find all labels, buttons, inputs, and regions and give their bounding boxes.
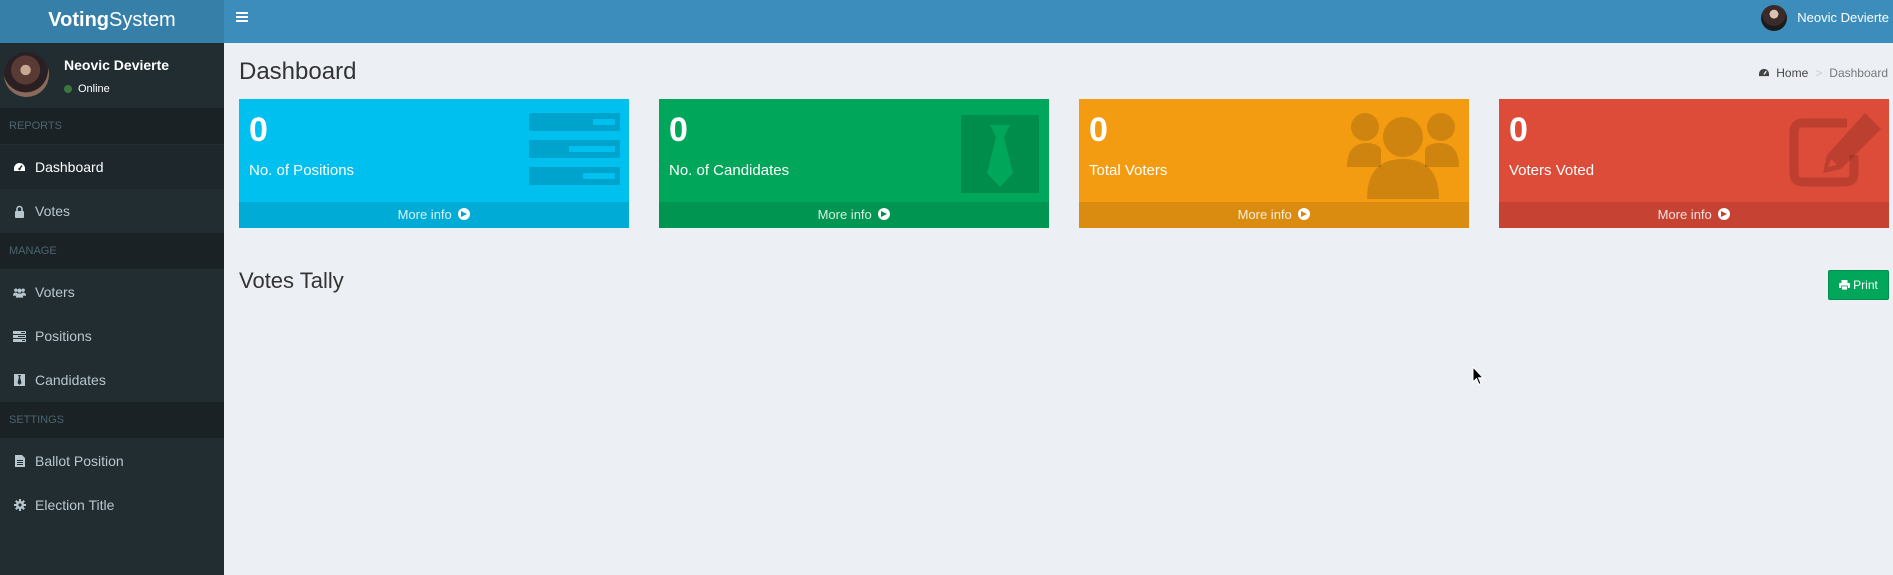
sidebar: Neovic Devierte Online REPORTS Dashboard… bbox=[0, 43, 224, 575]
stat-card-positions: 0 No. of Positions More info bbox=[239, 99, 629, 228]
sidebar-item-label: Voters bbox=[35, 284, 75, 300]
breadcrumb-separator: > bbox=[1815, 66, 1823, 80]
more-info-label: More info bbox=[397, 207, 452, 222]
stat-value: 0 bbox=[669, 111, 688, 149]
votes-tally-title: Votes Tally bbox=[239, 268, 344, 293]
more-info-link[interactable]: More info bbox=[1079, 202, 1469, 228]
sidebar-item-voters[interactable]: Voters bbox=[0, 270, 224, 314]
tasks-icon bbox=[529, 113, 620, 190]
arrow-circle-right-icon bbox=[1298, 208, 1311, 220]
sidebar-toggle-button[interactable] bbox=[236, 8, 256, 28]
more-info-link[interactable]: More info bbox=[659, 202, 1049, 228]
brand-logo[interactable]: VotingSystem bbox=[0, 0, 224, 43]
sidebar-item-label: Votes bbox=[35, 203, 71, 219]
sidebar-item-dashboard[interactable]: Dashboard bbox=[0, 145, 224, 189]
online-status: Online bbox=[64, 83, 110, 95]
dashboard-icon bbox=[1759, 68, 1770, 77]
mouse-cursor-icon bbox=[1472, 366, 1484, 386]
dashboard-icon bbox=[13, 161, 26, 174]
sidebar-user-name: Neovic Devierte bbox=[64, 57, 170, 73]
arrow-circle-right-icon bbox=[1718, 208, 1731, 220]
stat-card-voters: 0 Total Voters More info bbox=[1079, 99, 1469, 228]
black-tie-icon bbox=[961, 115, 1039, 198]
more-info-label: More info bbox=[817, 207, 872, 222]
sidebar-item-label: Election Title bbox=[35, 497, 115, 513]
print-label: Print bbox=[1853, 278, 1878, 292]
sidebar-item-votes[interactable]: Votes bbox=[0, 189, 224, 233]
top-navbar: VotingSystem Neovic Devierte bbox=[0, 0, 1893, 43]
status-text: Online bbox=[78, 83, 110, 95]
stat-value: 0 bbox=[1509, 111, 1528, 149]
breadcrumb-current: Dashboard bbox=[1829, 66, 1888, 80]
user-menu[interactable]: Neovic Devierte bbox=[1761, 0, 1893, 35]
sidebar-item-label: Ballot Position bbox=[35, 453, 124, 469]
edit-icon bbox=[1789, 113, 1881, 192]
breadcrumb-home-label: Home bbox=[1776, 66, 1809, 80]
section-header-settings: SETTINGS bbox=[0, 402, 224, 438]
sidebar-item-label: Positions bbox=[35, 328, 92, 344]
more-info-label: More info bbox=[1237, 207, 1292, 222]
section-header-manage: MANAGE bbox=[0, 233, 224, 269]
brand-light: System bbox=[109, 9, 176, 31]
hamburger-icon bbox=[236, 12, 248, 22]
stat-label: No. of Positions bbox=[249, 162, 355, 179]
sidebar-item-positions[interactable]: Positions bbox=[0, 314, 224, 358]
black-tie-icon bbox=[13, 374, 26, 387]
users-icon bbox=[1347, 109, 1459, 204]
status-dot-icon bbox=[64, 85, 72, 93]
cog-icon bbox=[13, 499, 26, 512]
user-panel: Neovic Devierte Online bbox=[0, 43, 224, 108]
stat-label: No. of Candidates bbox=[669, 162, 790, 179]
file-text-icon bbox=[13, 455, 26, 468]
stat-value: 0 bbox=[1089, 111, 1108, 149]
stat-value: 0 bbox=[249, 111, 268, 149]
arrow-circle-right-icon bbox=[878, 208, 891, 220]
print-button[interactable]: Print bbox=[1828, 270, 1889, 300]
breadcrumb-home-link[interactable]: Home bbox=[1758, 66, 1808, 80]
more-info-link[interactable]: More info bbox=[1499, 202, 1889, 228]
page-title: Dashboard bbox=[239, 58, 357, 85]
print-icon bbox=[1839, 280, 1851, 290]
sidebar-item-label: Candidates bbox=[35, 372, 106, 388]
stat-label: Voters Voted bbox=[1509, 162, 1595, 179]
header-user-name: Neovic Devierte bbox=[1797, 10, 1889, 25]
stat-label: Total Voters bbox=[1089, 162, 1168, 179]
avatar bbox=[1761, 4, 1788, 31]
stat-card-voters-voted: 0 Voters Voted More info bbox=[1499, 99, 1889, 228]
tasks-icon bbox=[13, 330, 26, 343]
brand-bold: Voting bbox=[48, 9, 110, 31]
breadcrumb: Home > Dashboard bbox=[1758, 66, 1888, 80]
users-icon bbox=[13, 286, 26, 299]
sidebar-item-candidates[interactable]: Candidates bbox=[0, 358, 224, 402]
lock-icon bbox=[13, 205, 26, 218]
more-info-label: More info bbox=[1657, 207, 1712, 222]
arrow-circle-right-icon bbox=[458, 208, 471, 220]
section-header-reports: REPORTS bbox=[0, 108, 224, 144]
more-info-link[interactable]: More info bbox=[239, 202, 629, 228]
sidebar-item-label: Dashboard bbox=[35, 159, 104, 175]
sidebar-item-election-title[interactable]: Election Title bbox=[0, 483, 224, 527]
sidebar-avatar bbox=[4, 52, 49, 97]
stat-card-candidates: 0 No. of Candidates More info bbox=[659, 99, 1049, 228]
sidebar-item-ballot-position[interactable]: Ballot Position bbox=[0, 439, 224, 483]
